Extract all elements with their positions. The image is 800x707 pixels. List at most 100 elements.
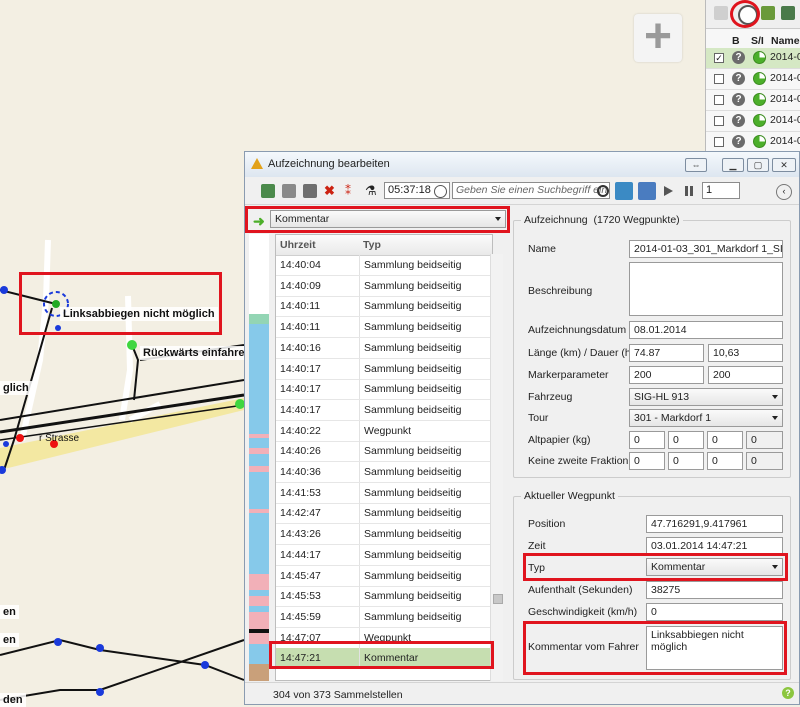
list-item[interactable]: ✓ ? 2014-01: [706, 48, 800, 69]
stay-field[interactable]: 38275: [646, 581, 783, 599]
save-icon[interactable]: [261, 184, 275, 198]
play-icon[interactable]: [664, 186, 673, 196]
col-b: B: [732, 35, 740, 47]
marker-field-2[interactable]: 200: [708, 366, 783, 384]
save-icon[interactable]: [781, 6, 795, 20]
date-field[interactable]: 08.01.2014: [629, 321, 783, 339]
minimize-button[interactable]: ▁: [722, 158, 744, 172]
coins-icon[interactable]: [714, 6, 728, 20]
table-row[interactable]: 14:40:11 Sammlung beidseitig: [276, 317, 492, 339]
row-name: 2014-0: [770, 93, 800, 105]
table-row[interactable]: 14:40:09 Sammlung beidseitig: [276, 275, 492, 297]
remove-multiple-icon[interactable]: ⁑: [345, 184, 359, 198]
help-icon[interactable]: ?: [782, 687, 794, 699]
export-icon[interactable]: [761, 6, 775, 20]
waypoint-table: Uhrzeit Typ 14:40:04 Sammlung beidseitig 1…: [275, 234, 493, 681]
pause-icon[interactable]: [685, 186, 688, 196]
list-item[interactable]: ? 2014-0: [706, 132, 800, 153]
length-field[interactable]: 74.87: [629, 344, 704, 362]
delete-icon[interactable]: [303, 184, 317, 198]
table-row[interactable]: 14:45:47 Sammlung beidseitig: [276, 565, 492, 587]
table-row[interactable]: 14:40:16 Sammlung beidseitig: [276, 337, 492, 359]
row-checkbox[interactable]: [714, 95, 724, 105]
duration-field[interactable]: 10,63: [708, 344, 783, 362]
row-type: Sammlung beidseitig: [359, 524, 461, 545]
table-row[interactable]: 14:45:59 Sammlung beidseitig: [276, 606, 492, 628]
altpapier-field-3[interactable]: 0: [707, 431, 743, 449]
list-item[interactable]: ? 2014-0: [706, 69, 800, 90]
question-icon: ?: [732, 135, 745, 148]
table-row[interactable]: 14:44:17 Sammlung beidseitig: [276, 544, 492, 566]
col-typ[interactable]: Typ: [363, 239, 381, 251]
route-icon[interactable]: [638, 182, 656, 200]
table-row[interactable]: 14:43:26 Sammlung beidseitig: [276, 524, 492, 546]
row-type: Sammlung beidseitig: [359, 255, 461, 275]
list-item[interactable]: ? 2014-0: [706, 111, 800, 132]
search-icon[interactable]: [597, 185, 609, 197]
table-row[interactable]: 14:40:04 Sammlung beidseitig: [276, 255, 492, 276]
edit-icon[interactable]: [282, 184, 296, 198]
table-row[interactable]: 14:41:53 Sammlung beidseitig: [276, 482, 492, 504]
marker-field-1[interactable]: 200: [629, 366, 704, 384]
close-button[interactable]: ✕: [772, 158, 796, 172]
vehicle-select[interactable]: SIG-HL 913: [629, 388, 783, 406]
table-row[interactable]: 14:40:11 Sammlung beidseitig: [276, 296, 492, 318]
clock-icon[interactable]: [434, 185, 447, 198]
second-fraction-field-3[interactable]: 0: [707, 452, 743, 470]
altpapier-field-2[interactable]: 0: [668, 431, 704, 449]
second-fraction-field-4: 0: [746, 452, 783, 470]
collapse-icon[interactable]: ‹: [776, 184, 792, 200]
layers-icon[interactable]: [615, 182, 633, 200]
page-input[interactable]: 1: [702, 182, 740, 199]
row-time: 14:40:04: [280, 259, 321, 271]
row-type: Sammlung beidseitig: [359, 586, 461, 607]
tour-select[interactable]: 301 - Markdorf 1: [629, 409, 783, 427]
flask-icon[interactable]: ⚗: [365, 184, 379, 198]
search-input[interactable]: Geben Sie einen Suchbegriff ein: [452, 182, 610, 199]
date-label: Aufzeichnungsdatum: [528, 324, 627, 336]
row-type: Sammlung beidseitig: [359, 275, 461, 296]
map-label-reverse: Rückwärts einfahren: [140, 346, 255, 360]
second-fraction-field-2[interactable]: 0: [668, 452, 704, 470]
row-type: Sammlung beidseitig: [359, 358, 461, 379]
row-type: Sammlung beidseitig: [359, 399, 461, 420]
waypoint-group-title: Aktueller Wegpunkt: [521, 490, 618, 502]
table-scrollbar[interactable]: [490, 254, 503, 681]
table-row[interactable]: 14:40:17 Sammlung beidseitig: [276, 399, 492, 421]
restore-icon[interactable]: ⇔: [685, 158, 707, 172]
name-field[interactable]: 2014-01-03_301_Markdorf 1_SIG-HL: [629, 240, 783, 258]
position-field[interactable]: 47.716291,9.417961: [646, 515, 783, 533]
zoom-in-button[interactable]: +: [634, 13, 682, 62]
row-checkbox[interactable]: [714, 116, 724, 126]
second-fraction-field-1[interactable]: 0: [629, 452, 665, 470]
scroll-thumb[interactable]: [493, 594, 503, 604]
list-item[interactable]: ? 2014-0: [706, 90, 800, 111]
col-uhrzeit[interactable]: Uhrzeit: [280, 239, 316, 251]
row-checkbox[interactable]: [714, 74, 724, 84]
row-time: 14:40:09: [280, 279, 321, 292]
waypoint-count: (1720 Wegpunkte): [593, 214, 680, 226]
row-type: Sammlung beidseitig: [359, 317, 461, 338]
remove-icon[interactable]: ✖: [324, 184, 338, 198]
question-icon: ?: [732, 114, 745, 127]
altpapier-field-4: 0: [746, 431, 783, 449]
description-field[interactable]: [629, 262, 783, 316]
table-row[interactable]: 14:40:17 Sammlung beidseitig: [276, 379, 492, 401]
row-checkbox[interactable]: [714, 137, 724, 147]
table-row[interactable]: 14:40:17 Sammlung beidseitig: [276, 358, 492, 380]
dialog-titlebar[interactable]: Aufzeichnung bearbeiten ⇔ ▁ ▢ ✕: [245, 152, 799, 177]
maximize-button[interactable]: ▢: [747, 158, 769, 172]
table-row[interactable]: 14:42:47 Sammlung beidseitig: [276, 503, 492, 525]
table-row[interactable]: 14:40:36 Sammlung beidseitig: [276, 462, 492, 483]
row-checkbox[interactable]: ✓: [714, 53, 724, 63]
time-label: Zeit: [528, 540, 546, 552]
second-fraction-label: Keine zweite Fraktion: [528, 455, 629, 467]
table-row[interactable]: 14:40:26 Sammlung beidseitig: [276, 441, 492, 463]
timeline-strip[interactable]: [249, 234, 269, 681]
question-icon: ?: [732, 72, 745, 85]
recordings-list-panel: B S/I Name ✓ ? 2014-01 ? 2014-0 ? 2014-0…: [705, 0, 800, 160]
table-row[interactable]: 14:40:22 Wegpunkt: [276, 420, 492, 442]
altpapier-field-1[interactable]: 0: [629, 431, 665, 449]
speed-field[interactable]: 0: [646, 603, 783, 621]
table-row[interactable]: 14:45:53 Sammlung beidseitig: [276, 586, 492, 608]
